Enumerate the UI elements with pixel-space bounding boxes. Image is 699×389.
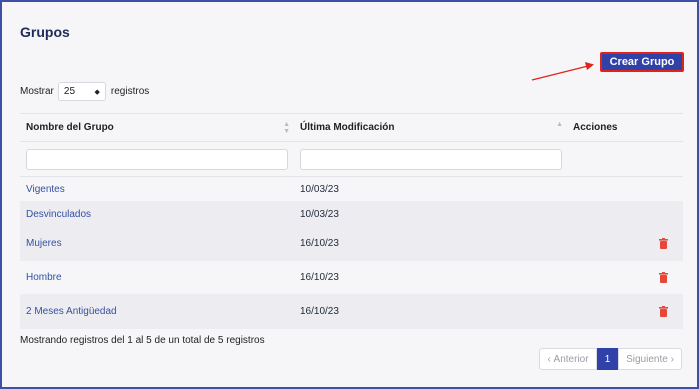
modified-date: 16/10/23 bbox=[300, 272, 339, 283]
column-header-actions: Acciones bbox=[566, 122, 683, 133]
table-row: Mujeres 16/10/23 bbox=[20, 227, 683, 261]
length-prefix: Mostrar bbox=[20, 86, 54, 97]
pagination: ‹ Anterior 1 Siguiente › bbox=[539, 348, 682, 370]
group-name-link[interactable]: 2 Meses Antigüedad bbox=[26, 306, 117, 317]
group-name-link[interactable]: Vigentes bbox=[26, 184, 65, 195]
column-header-modified-label: Última Modificación bbox=[300, 122, 395, 133]
select-arrows-icon: ◆ bbox=[94, 88, 100, 96]
column-header-modified[interactable]: Última Modificación ▲ bbox=[293, 121, 566, 133]
table-row: Hombre 16/10/23 bbox=[20, 261, 683, 295]
modified-date: 16/10/23 bbox=[300, 238, 339, 249]
create-group-button[interactable]: Crear Grupo bbox=[600, 52, 684, 72]
table-header: Nombre del Grupo ▲ ▼ Última Modificación … bbox=[20, 113, 683, 142]
group-name-link[interactable]: Hombre bbox=[26, 272, 62, 283]
prev-label: Anterior bbox=[553, 353, 589, 365]
column-header-name-label: Nombre del Grupo bbox=[26, 122, 114, 133]
table-info: Mostrando registros del 1 al 5 de un tot… bbox=[20, 335, 265, 346]
column-header-actions-label: Acciones bbox=[573, 122, 618, 133]
next-label: Siguiente bbox=[626, 353, 668, 365]
group-name-link[interactable]: Desvinculados bbox=[26, 209, 91, 220]
page-1-button[interactable]: 1 bbox=[597, 348, 618, 370]
length-menu: Mostrar 25 ◆ registros bbox=[20, 82, 149, 101]
next-page-button[interactable]: Siguiente › bbox=[618, 348, 682, 370]
date-filter-input[interactable] bbox=[300, 148, 562, 170]
trash-icon[interactable] bbox=[659, 237, 668, 249]
table-row: Desvinculados 10/03/23 bbox=[20, 202, 683, 227]
trash-icon[interactable] bbox=[659, 305, 668, 317]
page-length-select[interactable]: 25 ◆ bbox=[57, 82, 106, 101]
modified-date: 10/03/23 bbox=[300, 183, 339, 195]
column-header-name[interactable]: Nombre del Grupo ▲ ▼ bbox=[20, 121, 293, 135]
annotation-arrow bbox=[531, 62, 594, 81]
filter-row bbox=[20, 142, 683, 177]
page-title: Grupos bbox=[20, 24, 70, 40]
table-body: Vigentes 10/03/23 Desvinculados 10/03/23 Muj… bbox=[20, 177, 683, 329]
name-filter-input[interactable] bbox=[26, 148, 288, 170]
length-suffix: registros bbox=[110, 86, 150, 97]
group-name-link[interactable]: Mujeres bbox=[26, 238, 62, 249]
groups-table: Nombre del Grupo ▲ ▼ Última Modificación … bbox=[20, 113, 683, 329]
page-length-value: 25 bbox=[63, 86, 76, 97]
table-row: 2 Meses Antigüedad 16/10/23 bbox=[20, 295, 683, 329]
page-frame: Grupos Crear Grupo Mostrar 25 ◆ registro… bbox=[0, 0, 699, 389]
sort-icon: ▲ bbox=[556, 121, 563, 128]
prev-page-button[interactable]: ‹ Anterior bbox=[539, 348, 597, 370]
trash-icon[interactable] bbox=[659, 271, 668, 283]
modified-date: 10/03/23 bbox=[300, 208, 339, 220]
chevron-right-icon: › bbox=[667, 353, 674, 365]
sort-icon: ▲ ▼ bbox=[283, 121, 290, 135]
modified-date: 16/10/23 bbox=[300, 306, 339, 317]
table-row: Vigentes 10/03/23 bbox=[20, 177, 683, 202]
